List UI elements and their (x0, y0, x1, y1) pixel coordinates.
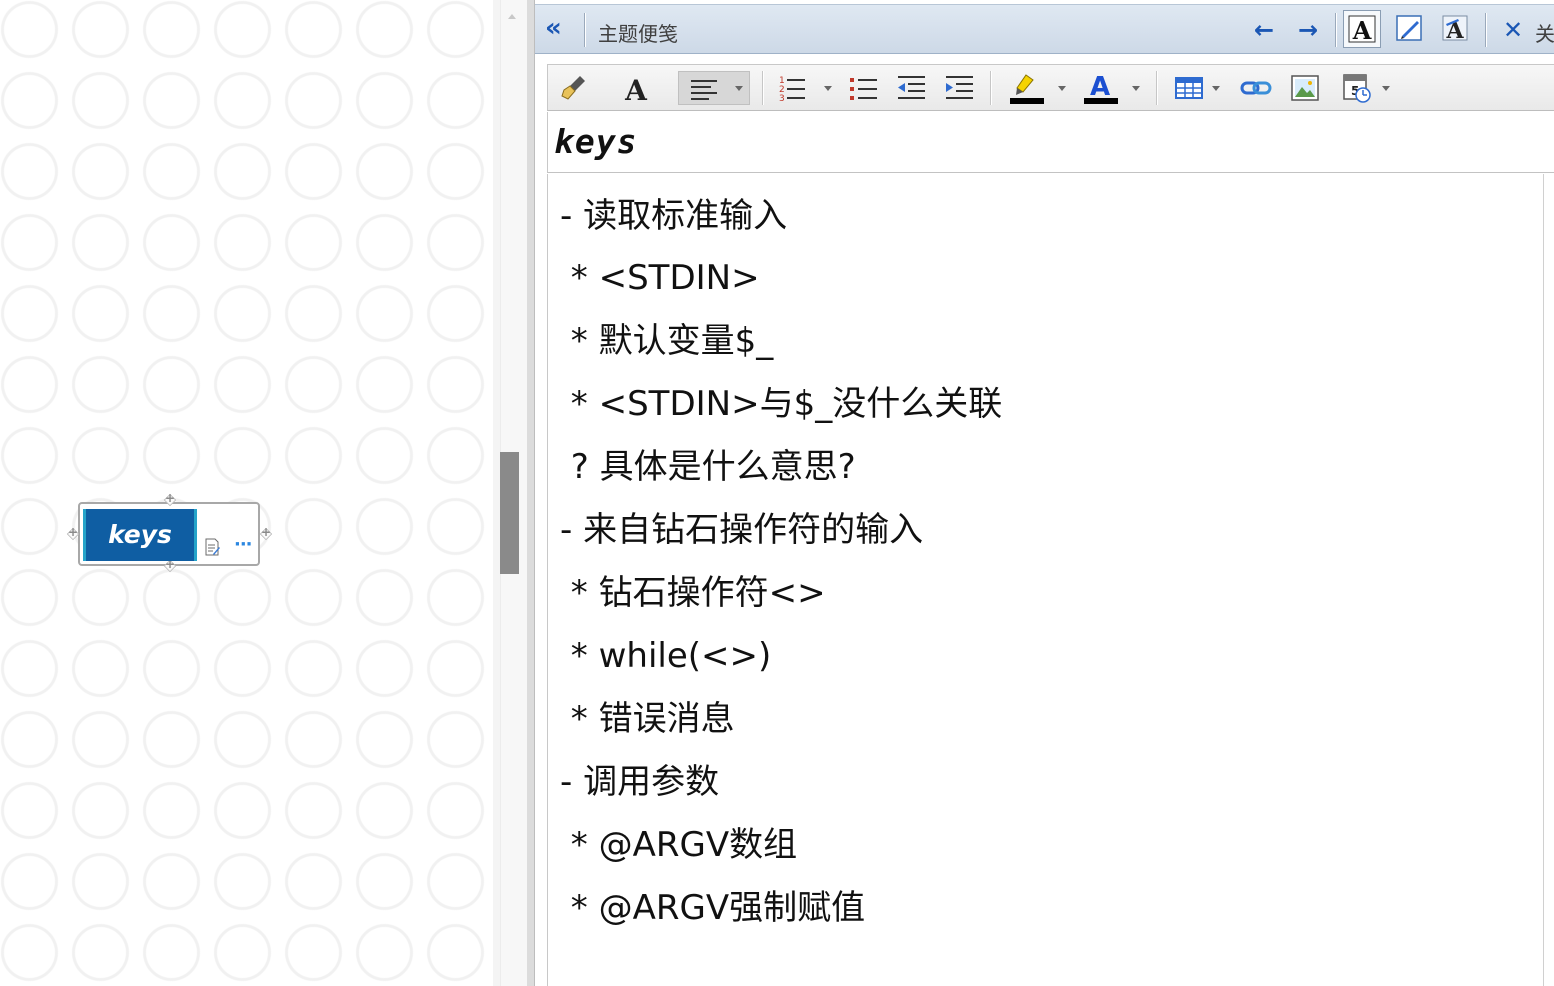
double-chevron-left-icon[interactable]: « (545, 13, 562, 43)
svg-text:A: A (624, 74, 648, 105)
text-style-icon: A (1442, 15, 1468, 44)
note-line: * 钻石操作符<> (560, 573, 826, 613)
note-icon[interactable] (204, 538, 220, 556)
chevron-down-icon[interactable] (824, 86, 832, 91)
font-color-button[interactable]: A (1080, 71, 1144, 105)
note-line: * 默认变量$_ (560, 321, 774, 361)
add-topic-left-handle[interactable] (67, 525, 79, 540)
chevron-down-icon[interactable] (1058, 86, 1066, 91)
add-topic-bottom-handle[interactable] (164, 557, 176, 572)
toolbar-separator (1335, 13, 1337, 47)
pane-title: 主题便笺 (598, 22, 678, 46)
insert-link-button[interactable] (1240, 71, 1274, 105)
indent-icon (946, 76, 973, 99)
bullet-list-button[interactable] (846, 71, 880, 105)
format-painter-button[interactable] (556, 71, 596, 105)
decrease-indent-button[interactable] (894, 71, 928, 105)
note-line: * @ARGV强制赋值 (560, 888, 866, 928)
highlighter-icon (1010, 74, 1044, 104)
topic-body[interactable]: keys (83, 509, 197, 561)
note-editor[interactable]: - 读取标准输入 * <STDIN> * 默认变量$_ * <STDIN>与$_… (547, 174, 1544, 986)
chevron-down-icon[interactable] (1132, 86, 1140, 91)
note-line: * <STDIN> (560, 258, 760, 298)
note-line: * <STDIN>与$_没什么关联 (560, 384, 1003, 424)
calendar-clock-icon: 5 (1343, 74, 1371, 103)
insert-table-button[interactable] (1172, 71, 1226, 105)
font-button[interactable]: A (616, 71, 656, 107)
edit-note-button[interactable] (1391, 10, 1429, 48)
image-icon (1291, 75, 1319, 101)
close-label[interactable]: 关 (1535, 18, 1554, 47)
note-line: - 读取标准输入 (560, 196, 788, 236)
toolbar-separator (762, 71, 764, 105)
pencil-icon (1396, 15, 1422, 41)
rich-text-mode-button[interactable]: A (1343, 10, 1381, 48)
outdent-icon (898, 76, 925, 99)
pane-splitter[interactable] (527, 0, 535, 986)
brush-icon (561, 76, 585, 100)
format-toolbar: A 1 2 3 A 5 (547, 64, 1554, 111)
close-icon[interactable]: ✕ (1503, 15, 1523, 45)
table-icon (1175, 77, 1203, 99)
note-title: keys (554, 122, 638, 161)
note-line: - 来自钻石操作符的输入 (560, 510, 924, 550)
mindmap-canvas[interactable]: keys ··· (0, 0, 493, 986)
svg-text:3: 3 (779, 94, 785, 104)
toolbar-separator (990, 71, 992, 105)
arrow-right-icon[interactable]: → (1293, 15, 1323, 45)
more-icon[interactable]: ··· (234, 536, 252, 554)
note-line: ? 具体是什么意思? (560, 447, 856, 487)
note-title-field[interactable]: keys (547, 112, 1554, 173)
align-button[interactable] (678, 71, 750, 105)
align-left-icon (691, 80, 717, 100)
bullet-list-icon (850, 78, 877, 100)
notes-title-bar: « 主题便笺 ← → A A ✕ 关 (535, 4, 1554, 54)
svg-text:A: A (1352, 16, 1372, 45)
insert-image-button[interactable] (1288, 71, 1322, 105)
scrollbar-thumb[interactable] (500, 452, 519, 574)
numbered-list-button[interactable]: 1 2 3 (774, 71, 832, 105)
highlight-color-button[interactable] (1006, 71, 1070, 105)
text-style-button[interactable]: A (1437, 10, 1475, 48)
note-line: - 调用参数 (560, 762, 720, 802)
numbered-list-icon: 1 2 3 (779, 76, 805, 104)
scroll-up-icon[interactable] (508, 14, 516, 19)
chevron-down-icon[interactable] (1212, 86, 1220, 91)
insert-date-button[interactable]: 5 (1340, 71, 1400, 105)
toolbar-separator (584, 13, 586, 47)
toolbar-separator (1485, 13, 1487, 47)
note-line: * @ARGV数组 (560, 825, 798, 865)
rich-text-icon: A (1348, 15, 1376, 45)
chevron-down-icon[interactable] (1382, 86, 1390, 91)
increase-indent-button[interactable] (942, 71, 976, 105)
add-topic-top-handle[interactable] (164, 491, 176, 506)
font-icon: A (624, 74, 648, 107)
notes-pane: « 主题便笺 ← → A A ✕ 关 A 1 2 3 A 5 keys - 读取… (535, 0, 1554, 986)
svg-text:A: A (1090, 72, 1110, 102)
toolbar-separator (1156, 71, 1158, 105)
arrow-left-icon[interactable]: ← (1249, 15, 1279, 45)
link-icon (1240, 81, 1272, 95)
chevron-down-icon[interactable] (735, 86, 743, 91)
note-line: * while(<>) (560, 636, 772, 676)
topic-label: keys (108, 520, 172, 549)
font-color-icon: A (1084, 72, 1118, 104)
add-topic-right-handle[interactable] (260, 525, 272, 540)
note-line: * 错误消息 (560, 699, 735, 739)
canvas-edge (493, 0, 500, 986)
topic-node-keys[interactable]: keys ··· (67, 491, 272, 571)
